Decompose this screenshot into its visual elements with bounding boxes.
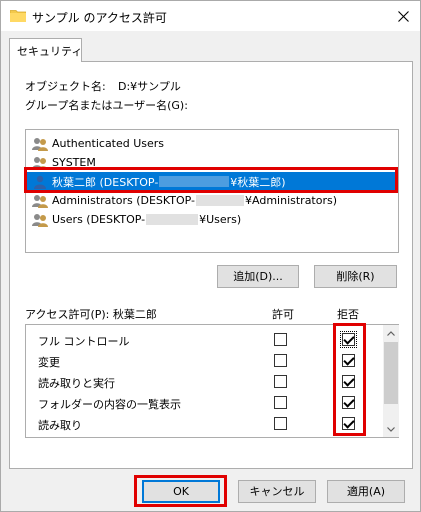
list-item-akiba-jiro[interactable]: 秋葉二郎 (DESKTOP- ¥秋葉二郎) xyxy=(27,172,397,191)
user-icon xyxy=(34,175,46,189)
group-list-label: グループ名またはユーザー名(G): xyxy=(25,99,188,112)
permission-name: 読み取り xyxy=(38,419,82,432)
allow-column-header: 許可 xyxy=(272,308,294,321)
allow-checkbox-read[interactable] xyxy=(274,417,287,430)
permission-name: フル コントロール xyxy=(38,335,130,348)
deny-checkbox-read[interactable] xyxy=(342,417,355,430)
list-item-label: 秋葉二郎 (DESKTOP- xyxy=(52,175,159,189)
allow-checkbox-modify[interactable] xyxy=(274,354,287,367)
permission-row-full-control: フル コントロール xyxy=(26,329,382,350)
tab-security-label: セキュリティ xyxy=(17,45,83,58)
scroll-thumb[interactable] xyxy=(384,342,398,404)
close-icon xyxy=(397,10,409,22)
permission-name: 読み取りと実行 xyxy=(38,377,115,390)
list-item-users[interactable]: Users (DESKTOP- ¥Users) xyxy=(27,210,397,229)
permissions-table: フル コントロール 変更 読み取りと実行 フォルダーの内容の一覧表示 読み取り xyxy=(25,324,399,438)
list-item-label-suffix: ¥秋葉二郎) xyxy=(230,175,286,189)
scroll-up-button[interactable] xyxy=(383,325,399,341)
permissions-label: アクセス許可(P): 秋葉二郎 xyxy=(25,308,157,321)
list-item-label-suffix: ¥Users) xyxy=(199,213,242,226)
redacted-block xyxy=(159,176,230,187)
allow-checkbox-read-execute[interactable] xyxy=(274,375,287,388)
list-item-text: 秋葉二郎 (DESKTOP- ¥秋葉二郎) xyxy=(52,174,286,190)
chevron-up-icon xyxy=(387,330,395,336)
deny-checkbox-list-folder[interactable] xyxy=(342,396,355,409)
deny-checkbox-read-execute[interactable] xyxy=(342,375,355,388)
deny-checkbox-full-control[interactable] xyxy=(340,331,357,348)
allow-checkbox-list-folder[interactable] xyxy=(274,396,287,409)
permission-name: 変更 xyxy=(38,356,60,369)
list-item-label: Users (DESKTOP- xyxy=(52,213,146,226)
list-item-authenticated-users[interactable]: Authenticated Users xyxy=(27,134,397,153)
remove-button[interactable]: 削除(R) xyxy=(314,265,397,288)
deny-checkbox-modify[interactable] xyxy=(342,354,355,367)
user-group-icon xyxy=(32,213,48,227)
list-item-label: Administrators (DESKTOP- xyxy=(52,194,196,207)
folder-icon xyxy=(9,9,27,23)
close-button[interactable] xyxy=(389,3,417,29)
permissions-dialog: サンプル のアクセス許可 セキュリティ オブジェクト名: D:¥サンプル グルー… xyxy=(0,0,421,512)
list-item-administrators[interactable]: Administrators (DESKTOP- ¥Administrators) xyxy=(27,191,397,210)
list-item-text: Users (DESKTOP- ¥Users) xyxy=(52,213,241,226)
list-item-system[interactable]: SYSTEM xyxy=(27,153,397,172)
list-item-label: SYSTEM xyxy=(52,156,96,169)
permission-row-list-folder: フォルダーの内容の一覧表示 xyxy=(26,392,382,413)
redacted-block xyxy=(146,214,199,225)
permission-row-modify: 変更 xyxy=(26,350,382,371)
user-group-icon xyxy=(32,137,48,151)
add-button[interactable]: 追加(D)... xyxy=(217,265,299,288)
list-item-label: Authenticated Users xyxy=(52,137,165,150)
list-item-label-suffix: ¥Administrators) xyxy=(245,194,338,207)
window-title: サンプル のアクセス許可 xyxy=(32,11,167,25)
cancel-button[interactable]: キャンセル xyxy=(238,480,316,503)
redacted-block xyxy=(196,195,245,206)
user-group-icon xyxy=(32,194,48,208)
apply-button[interactable]: 適用(A) xyxy=(327,480,405,503)
deny-column-header: 拒否 xyxy=(337,308,359,321)
title-bar: サンプル のアクセス許可 xyxy=(1,1,420,31)
tab-security[interactable]: セキュリティ xyxy=(9,38,82,62)
list-item-text: Administrators (DESKTOP- ¥Administrators) xyxy=(52,194,337,207)
user-group-icon xyxy=(32,156,48,170)
permissions-scrollbar[interactable] xyxy=(383,325,399,437)
chevron-down-icon xyxy=(387,426,395,432)
allow-checkbox-full-control[interactable] xyxy=(274,333,287,346)
object-name-value: D:¥サンプル xyxy=(118,80,181,93)
permission-row-read-execute: 読み取りと実行 xyxy=(26,371,382,392)
permission-name: フォルダーの内容の一覧表示 xyxy=(38,398,181,411)
user-list[interactable]: Authenticated Users SYSTEM 秋葉二郎 (DESKTOP… xyxy=(25,129,399,253)
scroll-down-button[interactable] xyxy=(383,421,399,437)
permission-row-read: 読み取り xyxy=(26,413,382,434)
ok-button[interactable]: OK xyxy=(142,480,220,503)
object-name-label: オブジェクト名: xyxy=(25,80,106,93)
